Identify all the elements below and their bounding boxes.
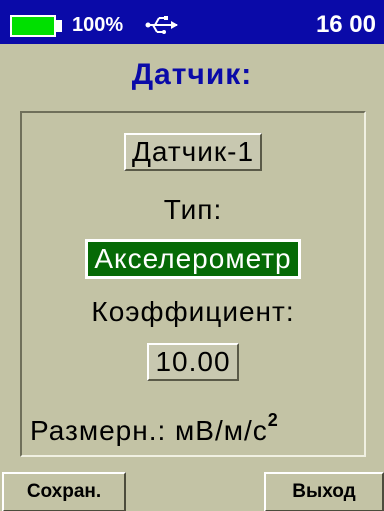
device-screen: 100% 16 00 Датчик: Датчик-1 Тип: Акселер… [0, 0, 384, 511]
clock: 16 00 [315, 11, 376, 38]
page-title: Датчик: [131, 58, 253, 91]
battery-percent: 100% [72, 14, 124, 36]
exit-button[interactable]: Выход [264, 472, 384, 511]
battery-tip [56, 20, 62, 32]
coefficient-row: 10.00 [22, 343, 364, 381]
status-bar: 100% 16 00 [0, 0, 384, 44]
sensor-settings-panel: Датчик-1 Тип: Акселерометр Коэффициент: … [20, 111, 366, 457]
type-label: Тип: [163, 194, 223, 225]
coefficient-label: Коэффициент: [91, 296, 295, 327]
coefficient-label-row: Коэффициент: [22, 295, 364, 329]
battery-icon [10, 15, 56, 37]
units-row: Размерн.: мВ/м/с2 [30, 403, 279, 448]
units-value: мВ/м/с [175, 415, 268, 446]
sensor-name-row: Датчик-1 [22, 133, 364, 171]
type-label-row: Тип: [22, 193, 364, 227]
save-button[interactable]: Сохран. [2, 472, 126, 511]
sensor-type-select[interactable]: Акселерометр [85, 239, 301, 279]
type-select-row: Акселерометр [22, 239, 364, 279]
units-superscript: 2 [267, 410, 279, 430]
sensor-name-field[interactable]: Датчик-1 [123, 133, 263, 171]
usb-icon [145, 16, 178, 34]
units-label: Размерн.: [30, 415, 167, 446]
coefficient-field[interactable]: 10.00 [147, 343, 239, 381]
